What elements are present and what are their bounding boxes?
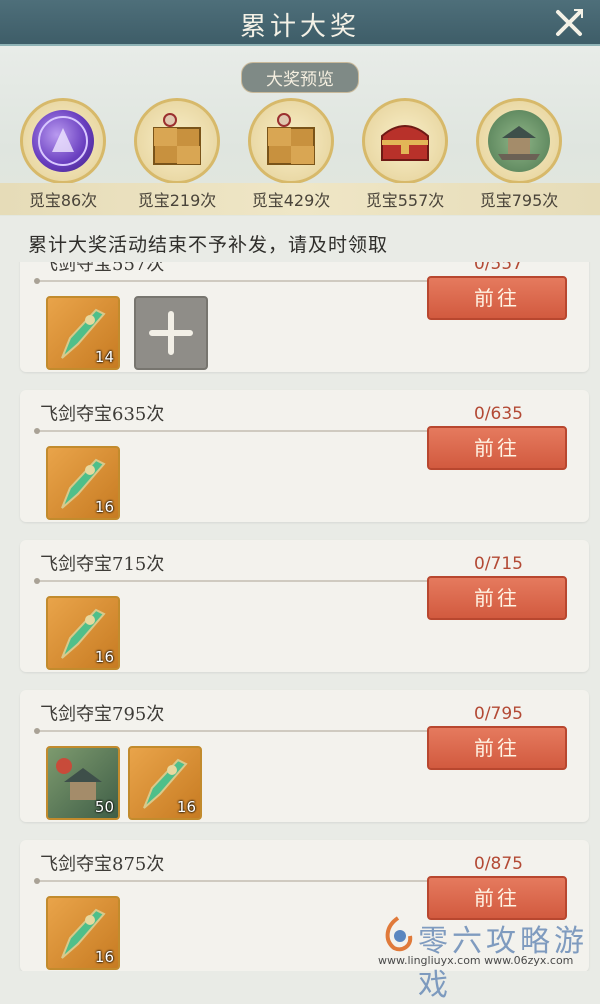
item-quantity: 16 bbox=[94, 948, 114, 966]
prize-count: 觅宝429次 bbox=[251, 191, 331, 210]
milestone-title: 飞剑夺宝715次 bbox=[40, 554, 165, 575]
prize-219[interactable] bbox=[134, 98, 220, 184]
red-chest-icon bbox=[374, 110, 436, 172]
reward-item[interactable]: 16 bbox=[46, 596, 120, 670]
header-bar: 累计大奖 bbox=[0, 0, 600, 46]
preview-label: 大奖预览 bbox=[241, 62, 359, 93]
watermark-url: www.lingliuyx.com www.06zyx.com bbox=[378, 954, 574, 967]
milestone-card: 飞剑夺宝635次 16 0/635 前往 bbox=[20, 390, 589, 522]
divider bbox=[34, 578, 444, 584]
watermark: 零六攻略游戏 www.lingliuyx.com www.06zyx.com bbox=[378, 912, 600, 1003]
milestone-card: 飞剑夺宝557次 14 0/557 前往 bbox=[20, 262, 589, 372]
notice-text: 累计大奖活动结束不予补发，请及时领取 bbox=[28, 234, 389, 256]
milestone-card: 飞剑夺宝715次 16 0/715 前往 bbox=[20, 540, 589, 672]
progress-count: 0/557 bbox=[474, 262, 523, 274]
add-item-button[interactable] bbox=[134, 296, 208, 370]
prize-795[interactable] bbox=[476, 98, 562, 184]
divider bbox=[34, 878, 444, 884]
milestone-title: 飞剑夺宝795次 bbox=[40, 704, 165, 725]
reward-item[interactable]: 16 bbox=[46, 896, 120, 970]
prize-86[interactable] bbox=[20, 98, 106, 184]
item-quantity: 14 bbox=[94, 348, 114, 366]
progress-count: 0/715 bbox=[474, 554, 523, 574]
prize-count: 觅宝795次 bbox=[479, 191, 559, 210]
progress-count: 0/875 bbox=[474, 854, 523, 874]
divider bbox=[34, 278, 444, 284]
divider bbox=[34, 428, 444, 434]
milestone-title: 飞剑夺宝635次 bbox=[40, 404, 165, 425]
prize-557[interactable] bbox=[362, 98, 448, 184]
go-button[interactable]: 前往 bbox=[427, 726, 567, 770]
purple-orb-icon bbox=[32, 110, 94, 172]
item-quantity: 50 bbox=[94, 798, 114, 816]
divider bbox=[34, 728, 444, 734]
reward-item[interactable]: 16 bbox=[128, 746, 202, 820]
prize-count: 觅宝219次 bbox=[137, 191, 217, 210]
prize-count: 觅宝86次 bbox=[28, 191, 98, 210]
item-quantity: 16 bbox=[94, 648, 114, 666]
golden-box-icon bbox=[260, 110, 322, 172]
prize-preview-panel: 大奖预览 觅宝86次 觅宝219次 觅宝429次 觅宝557次 觅宝795次 bbox=[0, 46, 600, 216]
milestone-list[interactable]: 飞剑夺宝557次 14 0/557 前往 飞剑夺宝635次 16 0/635 前… bbox=[0, 262, 600, 971]
reward-item[interactable]: 50 bbox=[46, 746, 120, 820]
page-title: 累计大奖 bbox=[239, 12, 360, 42]
progress-count: 0/795 bbox=[474, 704, 523, 724]
prize-count: 觅宝557次 bbox=[365, 191, 445, 210]
watermark-logo-icon bbox=[385, 916, 413, 952]
go-button[interactable]: 前往 bbox=[427, 576, 567, 620]
pavilion-icon bbox=[488, 110, 550, 172]
reward-item[interactable]: 16 bbox=[46, 446, 120, 520]
milestone-title: 飞剑夺宝557次 bbox=[40, 262, 165, 275]
go-button[interactable]: 前往 bbox=[427, 276, 567, 320]
milestone-title: 飞剑夺宝875次 bbox=[40, 854, 165, 875]
prize-429[interactable] bbox=[248, 98, 334, 184]
go-button[interactable]: 前往 bbox=[427, 426, 567, 470]
progress-count: 0/635 bbox=[474, 404, 523, 424]
plus-icon bbox=[149, 311, 193, 355]
reward-item[interactable]: 14 bbox=[46, 296, 120, 370]
item-quantity: 16 bbox=[176, 798, 196, 816]
milestone-card: 飞剑夺宝795次 50 16 0/795 前往 bbox=[20, 690, 589, 822]
item-quantity: 16 bbox=[94, 498, 114, 516]
golden-box-icon bbox=[146, 110, 208, 172]
close-icon[interactable] bbox=[552, 6, 586, 40]
